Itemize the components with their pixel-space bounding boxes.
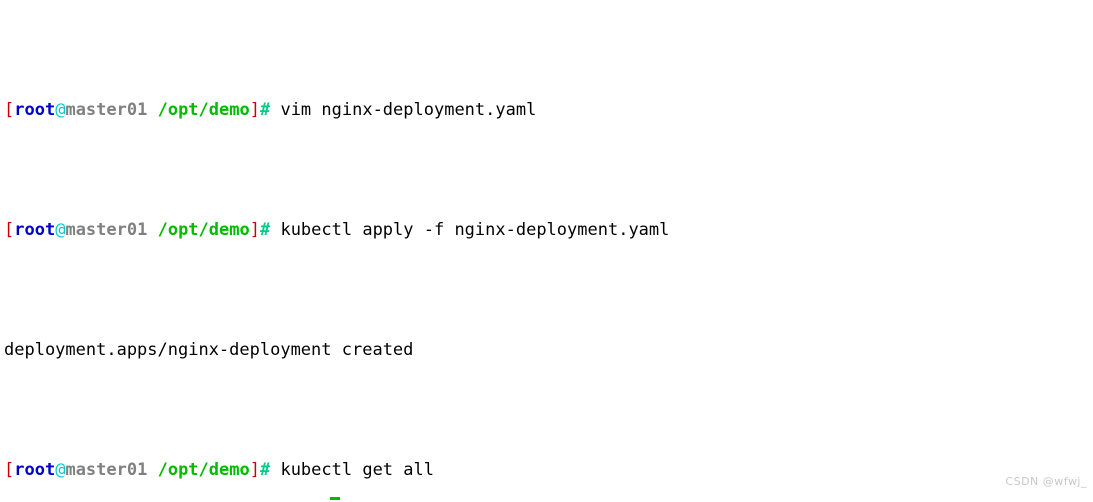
prompt-close-bracket: ] bbox=[249, 220, 260, 240]
terminal-line-command-vim: [root@master01 /opt/demo]# vim nginx-dep… bbox=[4, 98, 905, 122]
prompt-user: root bbox=[14, 220, 56, 240]
command-text-apply: kubectl apply -f nginx-deployment.yaml bbox=[270, 220, 670, 240]
terminal-window[interactable]: [root@master01 /opt/demo]# vim nginx-dep… bbox=[0, 0, 1093, 502]
terminal-screen: [root@master01 /opt/demo]# vim nginx-dep… bbox=[4, 2, 905, 502]
prompt-sigil: # bbox=[259, 460, 271, 480]
prompt-host: master01 bbox=[65, 460, 148, 480]
terminal-line-command-apply: [root@master01 /opt/demo]# kubectl apply… bbox=[4, 218, 905, 242]
prompt-at-symbol: @ bbox=[55, 100, 66, 120]
terminal-cursor bbox=[330, 497, 340, 500]
prompt-open-bracket: [ bbox=[4, 460, 15, 480]
prompt-path: /opt/demo bbox=[157, 460, 250, 480]
prompt-at-symbol: @ bbox=[55, 220, 66, 240]
prompt-sigil: # bbox=[259, 220, 271, 240]
terminal-line-apply-result: deployment.apps/nginx-deployment created bbox=[4, 340, 414, 360]
prompt-host: master01 bbox=[65, 100, 148, 120]
prompt-user: root bbox=[14, 460, 56, 480]
prompt-close-bracket: ] bbox=[249, 460, 260, 480]
prompt-user: root bbox=[14, 100, 56, 120]
command-text-getall: kubectl get all bbox=[270, 460, 434, 480]
prompt-at-symbol: @ bbox=[55, 460, 66, 480]
prompt-path: /opt/demo bbox=[157, 220, 250, 240]
terminal-line-command-getall: [root@master01 /opt/demo]# kubectl get a… bbox=[4, 458, 905, 482]
prompt-sigil: # bbox=[259, 100, 271, 120]
prompt-open-bracket: [ bbox=[4, 100, 15, 120]
command-text-vim: vim nginx-deployment.yaml bbox=[270, 100, 537, 120]
prompt-path: /opt/demo bbox=[157, 100, 250, 120]
csdn-watermark: CSDN @wfwj_ bbox=[1005, 475, 1087, 488]
prompt-close-bracket: ] bbox=[249, 100, 260, 120]
prompt-host: master01 bbox=[65, 220, 148, 240]
prompt-open-bracket: [ bbox=[4, 220, 15, 240]
